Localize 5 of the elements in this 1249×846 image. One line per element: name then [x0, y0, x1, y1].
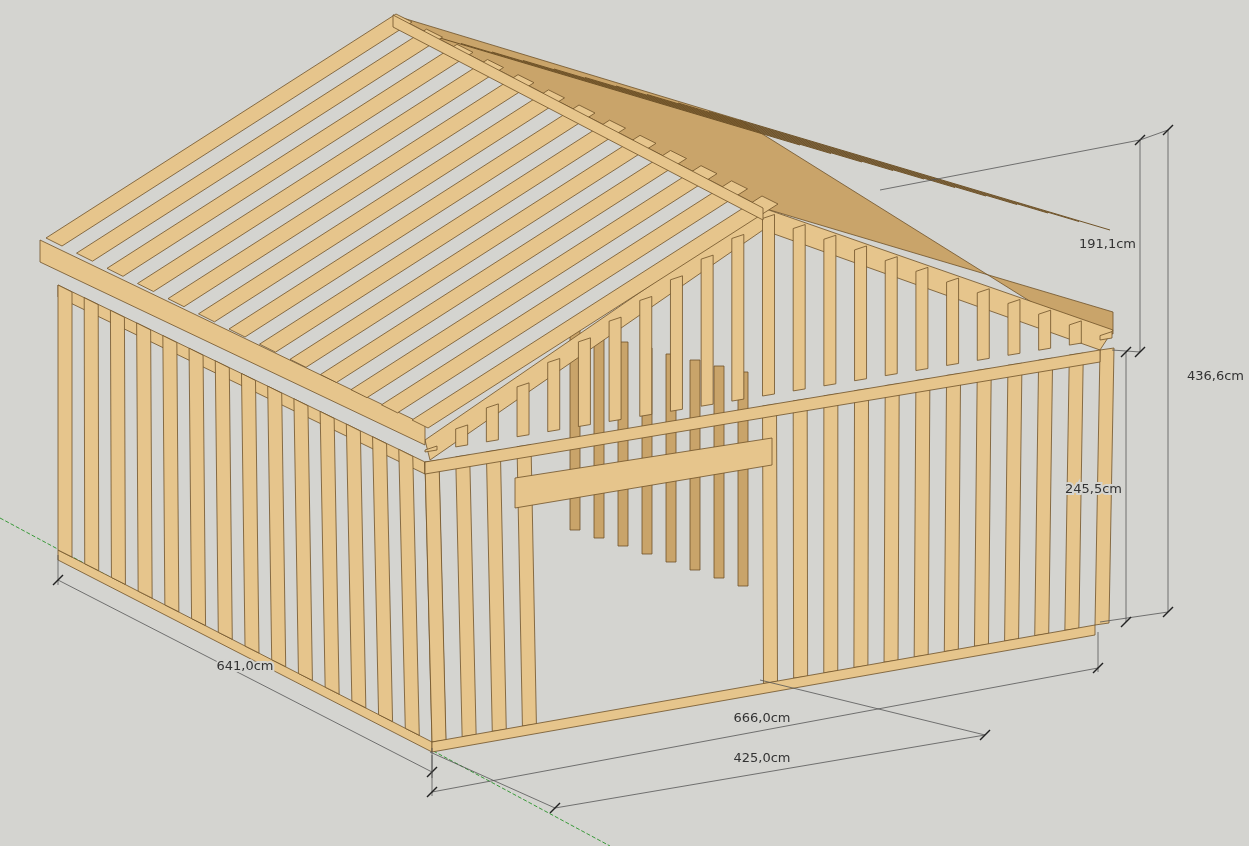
dimension-label: 245,5cm: [1064, 481, 1122, 496]
dimension-label: 425,0cm: [733, 750, 791, 765]
dimension-label: 436,6cm: [1186, 368, 1244, 383]
dimension-label: 666,0cm: [733, 710, 791, 725]
dimension-label: 191,1cm: [1078, 236, 1136, 251]
